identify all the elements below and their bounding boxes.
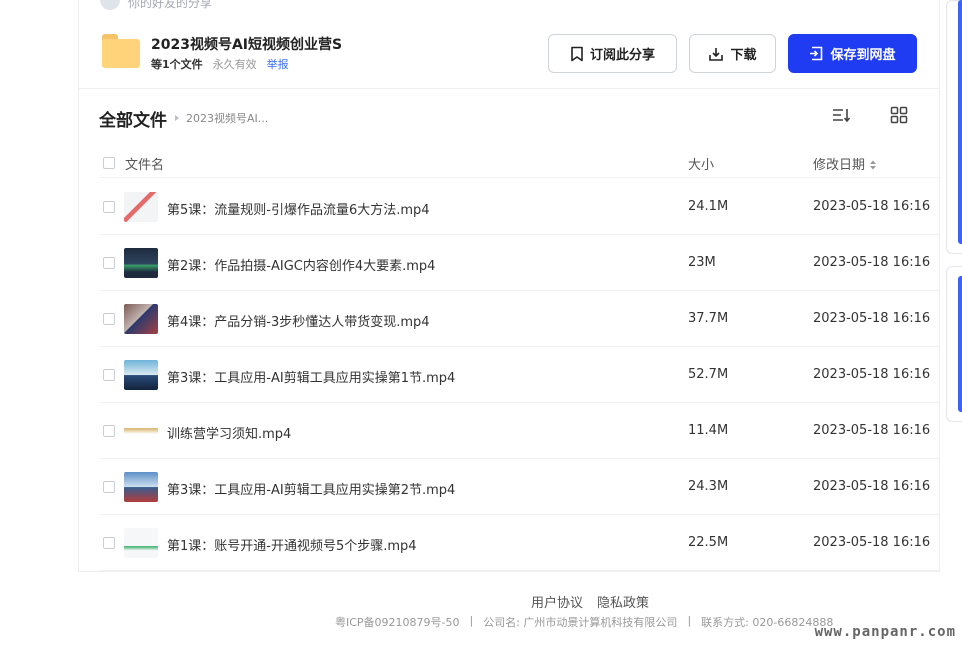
table-row[interactable]: 第1课：账号开通-开通视频号5个步骤.mp4 22.5M 2023-05-18 16… xyxy=(100,515,940,571)
file-date: 2023-05-18 16:16 xyxy=(813,199,931,214)
share-title: 2023视频号AI短视频创业营S xyxy=(151,37,343,53)
video-thumbnail xyxy=(124,528,158,558)
video-thumbnail xyxy=(124,248,158,278)
footer-sep: | xyxy=(687,614,692,627)
save-to-disk-button[interactable]: 保存到网盘 xyxy=(788,34,917,73)
file-name[interactable]: 第1课：账号开通-开通视频号5个步骤.mp4 xyxy=(167,535,417,554)
sharer-text: 你的好友的分享 xyxy=(128,0,213,10)
share-meta: 等1个文件 永久有效 举报 xyxy=(151,56,289,72)
file-size: 22.5M xyxy=(688,535,729,550)
file-date: 2023-05-18 16:16 xyxy=(813,311,931,326)
row-checkbox[interactable] xyxy=(103,201,115,213)
file-name[interactable]: 训练营学习须知.mp4 xyxy=(167,423,291,442)
sort-icon xyxy=(870,160,877,169)
company-name: 公司名: 广州市动景计算机科技有限公司 xyxy=(483,616,678,629)
contact: 联系方式: 020-66824888 xyxy=(701,616,834,629)
table-header: 文件名 大小 修改日期 xyxy=(100,148,940,178)
file-size: 24.3M xyxy=(688,479,729,494)
file-date: 2023-05-18 16:16 xyxy=(813,535,931,550)
breadcrumb-separator-icon xyxy=(175,115,179,121)
column-date[interactable]: 修改日期 xyxy=(813,154,877,173)
footer-legal: 粤ICP备09210879号-50 | 公司名: 广州市动景计算机科技有限公司 … xyxy=(335,614,833,630)
subscribe-button[interactable]: 订阅此分享 xyxy=(548,34,677,73)
validity: 永久有效 xyxy=(212,58,257,71)
report-link[interactable]: 举报 xyxy=(267,56,289,72)
download-label: 下载 xyxy=(730,48,757,63)
file-name[interactable]: 第4课：产品分销-3步秒懂达人带货变现.mp4 xyxy=(167,311,430,330)
sort-list-icon[interactable] xyxy=(831,104,853,126)
file-size: 24.1M xyxy=(688,199,729,214)
breadcrumb-root[interactable]: 全部文件 xyxy=(99,106,167,131)
table-row[interactable]: 第5课：流量规则-引爆作品流量6大方法.mp4 24.1M 2023-05-18 1… xyxy=(100,179,940,235)
table-row[interactable]: 第2课：作品拍摄-AIGC内容创作4大要素.mp4 23M 2023-05-18 1… xyxy=(100,235,940,291)
table-row[interactable]: 第3课：工具应用-AI剪辑工具应用实操第2节.mp4 24.3M 2023-05-1… xyxy=(100,459,940,515)
icp-number[interactable]: 粤ICP备09210879号-50 xyxy=(335,614,460,630)
footer-links: 用户协议 隐私政策 xyxy=(0,592,962,611)
row-checkbox[interactable] xyxy=(103,481,115,493)
row-checkbox[interactable] xyxy=(103,313,115,325)
file-date: 2023-05-18 16:16 xyxy=(813,423,931,438)
side-panel-top-accent xyxy=(958,0,962,244)
save-label: 保存到网盘 xyxy=(830,48,896,63)
grid-view-icon[interactable] xyxy=(888,104,910,126)
table-row[interactable]: 训练营学习须知.mp4 11.4M 2023-05-18 16:16 xyxy=(100,403,940,459)
row-checkbox[interactable] xyxy=(103,425,115,437)
file-name[interactable]: 第5课：流量规则-引爆作品流量6大方法.mp4 xyxy=(167,199,430,218)
file-size: 23M xyxy=(688,255,716,270)
video-thumbnail xyxy=(124,360,158,390)
video-thumbnail xyxy=(124,304,158,334)
side-panel-bottom-accent xyxy=(958,276,962,412)
video-thumbnail xyxy=(124,192,158,222)
file-name[interactable]: 第2课：作品拍摄-AIGC内容创作4大要素.mp4 xyxy=(167,255,435,274)
footer-privacy-policy[interactable]: 隐私政策 xyxy=(597,592,649,611)
download-button[interactable]: 下载 xyxy=(689,34,776,73)
footer-user-agreement[interactable]: 用户协议 xyxy=(531,592,583,611)
save-icon xyxy=(810,46,823,61)
file-name[interactable]: 第3课：工具应用-AI剪辑工具应用实操第2节.mp4 xyxy=(167,479,455,498)
file-count: 等1个文件 xyxy=(151,58,203,71)
column-size[interactable]: 大小 xyxy=(688,154,714,173)
sharer-line: 你的好友的分享 xyxy=(100,0,212,10)
row-checkbox[interactable] xyxy=(103,537,115,549)
select-all-checkbox[interactable] xyxy=(103,157,115,169)
footer-sep: | xyxy=(469,614,474,627)
folder-icon xyxy=(102,34,140,68)
file-size: 11.4M xyxy=(688,423,729,438)
file-size: 52.7M xyxy=(688,367,729,382)
table-row[interactable]: 第4课：产品分销-3步秒懂达人带货变现.mp4 37.7M 2023-05-18 1… xyxy=(100,291,940,347)
bookmark-icon xyxy=(571,46,583,61)
subscribe-label: 订阅此分享 xyxy=(589,48,655,63)
table-row[interactable]: 第3课：工具应用-AI剪辑工具应用实操第1节.mp4 52.7M 2023-05-1… xyxy=(100,347,940,403)
video-thumbnail xyxy=(124,416,158,446)
breadcrumb: 全部文件 2023视频号AI... xyxy=(99,106,268,131)
avatar xyxy=(100,0,120,10)
watermark: www.panpanr.com xyxy=(814,624,956,640)
column-name[interactable]: 文件名 xyxy=(125,154,164,173)
row-checkbox[interactable] xyxy=(103,257,115,269)
file-date: 2023-05-18 16:16 xyxy=(813,255,931,270)
file-date: 2023-05-18 16:16 xyxy=(813,479,931,494)
row-checkbox[interactable] xyxy=(103,369,115,381)
file-date: 2023-05-18 16:16 xyxy=(813,367,931,382)
file-size: 37.7M xyxy=(688,311,729,326)
header-divider xyxy=(79,88,939,89)
column-date-label: 修改日期 xyxy=(813,158,866,173)
breadcrumb-current[interactable]: 2023视频号AI... xyxy=(186,110,268,126)
video-thumbnail xyxy=(124,472,158,502)
file-name[interactable]: 第3课：工具应用-AI剪辑工具应用实操第1节.mp4 xyxy=(167,367,455,386)
download-icon xyxy=(709,47,724,61)
